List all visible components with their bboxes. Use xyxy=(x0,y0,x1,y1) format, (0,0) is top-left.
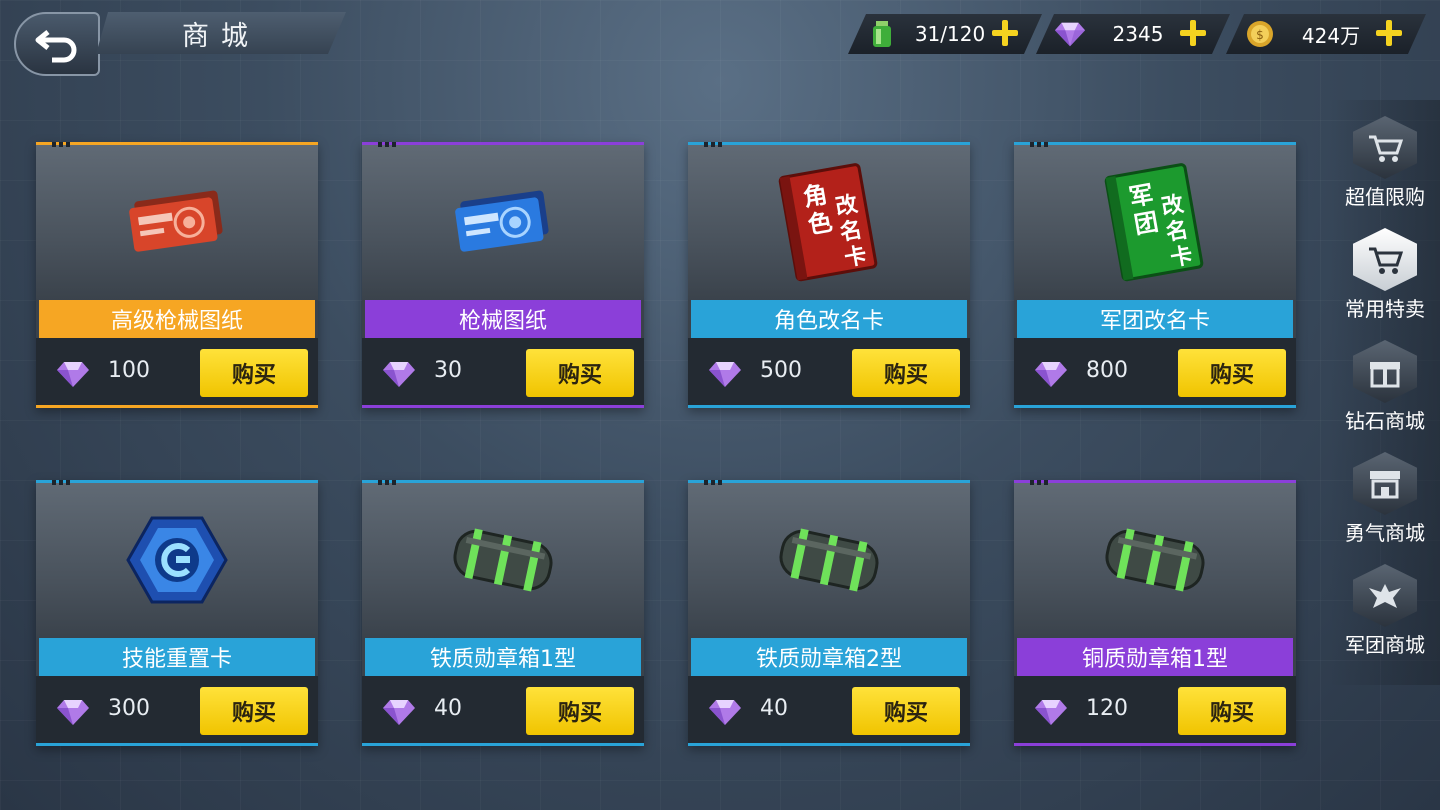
add-diamond-button[interactable] xyxy=(1178,18,1208,48)
shop-item-card[interactable]: 铁质勋章箱1型 40 购买 xyxy=(362,480,644,746)
item-price: 40 xyxy=(760,696,788,721)
add-stamina-button[interactable] xyxy=(990,18,1020,48)
resource-diamond: 2345 xyxy=(1036,14,1230,54)
buy-button[interactable]: 购买 xyxy=(200,349,308,397)
item-price: 100 xyxy=(108,358,150,383)
cart-icon xyxy=(1353,116,1417,179)
buy-button[interactable]: 购买 xyxy=(526,349,634,397)
diamond-value: 2345 xyxy=(1112,22,1164,46)
medal-box-icon xyxy=(688,483,970,636)
page-title: 商城 xyxy=(182,20,260,52)
sidebar-item-label: 勇气商城 xyxy=(1345,521,1425,545)
gold-coin-icon: $ xyxy=(1244,18,1276,50)
card-art-char: 卡 xyxy=(843,243,869,271)
diamond-icon xyxy=(1035,362,1067,387)
diamond-icon xyxy=(1035,700,1067,725)
card-art-char: 卡 xyxy=(1169,243,1195,271)
buy-button[interactable]: 购买 xyxy=(1178,349,1286,397)
item-name: 高级枪械图纸 xyxy=(39,300,315,338)
stamina-bottle-icon xyxy=(866,18,898,50)
sidebar-item-label: 超值限购 xyxy=(1345,185,1425,209)
card-art-char: 角 xyxy=(801,180,829,212)
card-art-char: 名 xyxy=(1164,216,1190,245)
sidebar-item-label: 常用特卖 xyxy=(1345,297,1425,321)
red-blueprint-ticket-icon xyxy=(36,145,318,298)
shop-item-card[interactable]: 铜质勋章箱1型 120 购买 xyxy=(1014,480,1296,746)
item-name: 角色改名卡 xyxy=(691,300,967,338)
sidebar-item-limited-deals[interactable]: 超值限购 xyxy=(1330,100,1440,210)
diamond-icon xyxy=(57,362,89,387)
sidebar-item-diamond-shop[interactable]: 钻石商城 xyxy=(1330,324,1440,434)
red-rename-card-icon: 角 色 改 名 卡 xyxy=(688,145,970,298)
shop-item-card[interactable]: 军 团 改 名 卡 军团改名卡 800 购买 xyxy=(1014,142,1296,408)
item-name: 军团改名卡 xyxy=(1017,300,1293,338)
eagle-emblem-icon xyxy=(1353,564,1417,627)
sidebar-item-legion-shop[interactable]: 军团商城 xyxy=(1330,548,1440,658)
resource-stamina: 31/120 xyxy=(848,14,1042,54)
item-name: 铁质勋章箱2型 xyxy=(691,638,967,676)
blue-blueprint-ticket-icon xyxy=(362,145,644,298)
cart-icon xyxy=(1353,228,1417,291)
resource-gold: $ 424万 xyxy=(1226,14,1426,54)
medal-box-icon xyxy=(362,483,644,636)
item-price: 500 xyxy=(760,358,802,383)
buy-button[interactable]: 购买 xyxy=(852,349,960,397)
diamond-icon xyxy=(383,700,415,725)
item-name: 铁质勋章箱1型 xyxy=(365,638,641,676)
item-price: 800 xyxy=(1086,358,1128,383)
diamond-icon xyxy=(709,700,741,725)
sidebar-item-common-sale[interactable]: 常用特卖 xyxy=(1330,212,1440,322)
back-button[interactable] xyxy=(14,12,100,76)
sidebar-item-label: 军团商城 xyxy=(1345,633,1425,657)
gift-box-icon xyxy=(1353,340,1417,403)
shop-item-card[interactable]: 角 色 改 名 卡 角色改名卡 500 购买 xyxy=(688,142,970,408)
item-price: 300 xyxy=(108,696,150,721)
back-arrow-icon xyxy=(35,30,77,63)
card-art-char: 军 xyxy=(1127,180,1155,212)
buy-button[interactable]: 购买 xyxy=(1178,687,1286,735)
sidebar-item-label: 钻石商城 xyxy=(1345,409,1425,433)
shop-icon xyxy=(1353,452,1417,515)
shop-item-card[interactable]: 铁质勋章箱2型 40 购买 xyxy=(688,480,970,746)
card-art-char: 色 xyxy=(806,207,834,239)
green-rename-card-icon: 军 团 改 名 卡 xyxy=(1014,145,1296,298)
buy-button[interactable]: 购买 xyxy=(200,687,308,735)
diamond-icon xyxy=(1054,18,1086,50)
item-price: 30 xyxy=(434,358,462,383)
item-name: 铜质勋章箱1型 xyxy=(1017,638,1293,676)
card-art-char: 团 xyxy=(1132,207,1160,239)
buy-button[interactable]: 购买 xyxy=(852,687,960,735)
page-title-plate: 商城 xyxy=(96,12,346,54)
diamond-icon xyxy=(709,362,741,387)
item-price: 120 xyxy=(1086,696,1128,721)
diamond-icon xyxy=(57,700,89,725)
diamond-icon xyxy=(383,362,415,387)
shop-item-card[interactable]: 高级枪械图纸 100 购买 xyxy=(36,142,318,408)
shop-item-card[interactable]: 枪械图纸 30 购买 xyxy=(362,142,644,408)
svg-text:$: $ xyxy=(1256,28,1264,42)
add-gold-button[interactable] xyxy=(1374,18,1404,48)
item-name: 枪械图纸 xyxy=(365,300,641,338)
buy-button[interactable]: 购买 xyxy=(526,687,634,735)
item-name: 技能重置卡 xyxy=(39,638,315,676)
gold-value: 424万 xyxy=(1301,23,1361,48)
shop-category-sidebar: 超值限购 常用特卖 钻石商城 勇气商城 军团商城 xyxy=(1330,100,1440,685)
sidebar-item-courage-shop[interactable]: 勇气商城 xyxy=(1330,436,1440,546)
medal-box-icon xyxy=(1014,483,1296,636)
shop-item-card[interactable]: 技能重置卡 300 购买 xyxy=(36,480,318,746)
stamina-value: 31/120 xyxy=(914,22,986,46)
skill-reset-chip-icon xyxy=(36,483,318,636)
card-art-char: 名 xyxy=(838,216,864,245)
item-price: 40 xyxy=(434,696,462,721)
